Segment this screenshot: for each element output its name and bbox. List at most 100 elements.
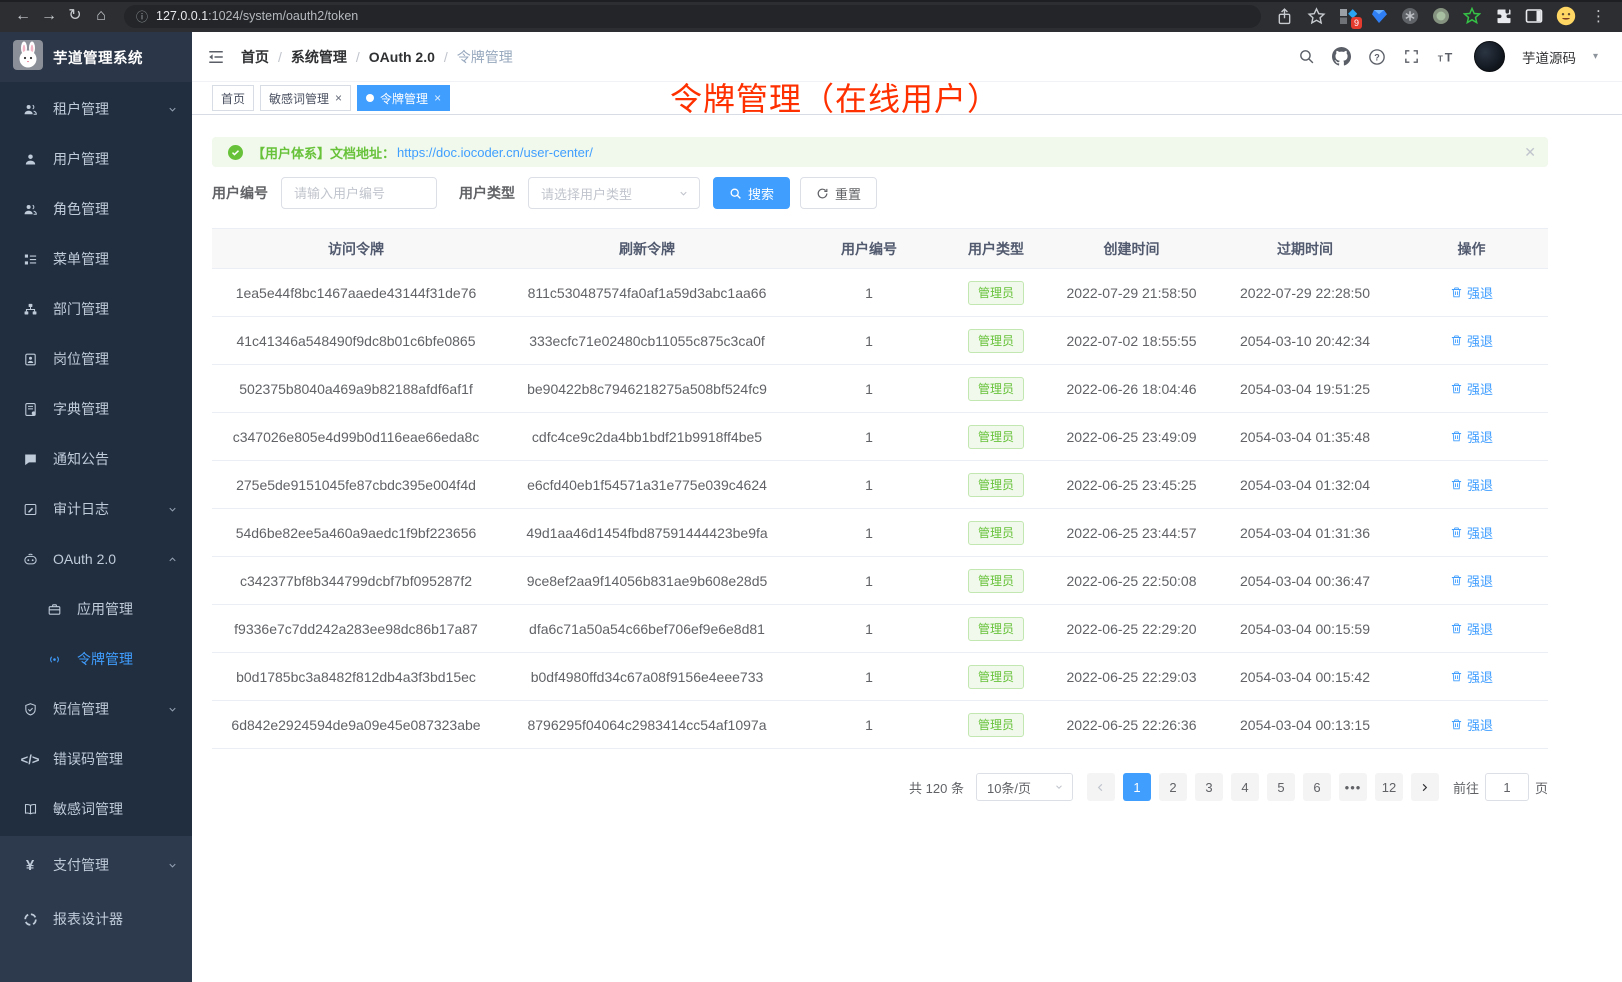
column-header: 过期时间 (1215, 239, 1395, 259)
alert-close-icon[interactable]: ✕ (1524, 144, 1536, 161)
browser-reload-icon[interactable]: ↻ (62, 1, 88, 31)
page-button[interactable]: 4 (1231, 773, 1259, 801)
sidebar-item-sms[interactable]: 短信管理 (0, 684, 192, 734)
sidebar-item-label: 角色管理 (53, 199, 109, 219)
sidebar-item-dict[interactable]: 字典管理 (0, 384, 192, 434)
report-designer-icon (22, 912, 38, 927)
puzzle-icon[interactable] (1494, 7, 1512, 25)
force-logout-button[interactable]: 强退 (1450, 379, 1493, 398)
tenant-users-icon (22, 102, 38, 117)
expire-time-cell: 2054-03-04 00:13:15 (1215, 717, 1395, 733)
table-row: c347026e805e4d99b0d116eae66eda8ccdfc4ce9… (212, 413, 1548, 461)
user-type-cell: 管理员 (944, 617, 1048, 641)
profile-emoji-icon[interactable] (1556, 6, 1576, 26)
dot-circle-icon[interactable] (1432, 7, 1450, 25)
sidebar-item-user[interactable]: 用户管理 (0, 134, 192, 184)
user-type-cell: 管理员 (944, 425, 1048, 449)
user-type-select[interactable]: 请选择用户类型 (528, 177, 700, 209)
sidebar-item-menu[interactable]: 菜单管理 (0, 234, 192, 284)
tab-close-icon[interactable]: × (335, 92, 342, 104)
refresh-token-cell: 49d1aa46d1454fbd87591444423be9fa (500, 525, 794, 541)
tab-close-icon[interactable]: × (434, 92, 441, 104)
doc-link[interactable]: https://doc.iocoder.cn/user-center/ (397, 145, 593, 160)
breadcrumb-item[interactable]: 系统管理 (291, 47, 347, 67)
force-logout-button[interactable]: 强退 (1450, 283, 1493, 302)
sidebar-fold-icon[interactable] (207, 48, 225, 66)
force-logout-button[interactable]: 强退 (1450, 475, 1493, 494)
force-logout-button[interactable]: 强退 (1450, 667, 1493, 686)
tab-oauth2-token[interactable]: 令牌管理× (357, 85, 450, 111)
page-button[interactable]: 2 (1159, 773, 1187, 801)
sidebar-item-pay[interactable]: ¥支付管理 (0, 838, 192, 892)
page-button[interactable]: 6 (1303, 773, 1331, 801)
browser-home-icon[interactable]: ⌂ (88, 1, 114, 31)
github-icon[interactable] (1332, 47, 1351, 66)
sidebar-item-post[interactable]: 岗位管理 (0, 334, 192, 384)
page-button[interactable]: 3 (1195, 773, 1223, 801)
side-panel-icon[interactable] (1525, 7, 1543, 25)
prev-page-button[interactable] (1087, 773, 1115, 801)
user-id-input[interactable] (281, 177, 437, 209)
sidebar-item-tenant[interactable]: 租户管理 (0, 84, 192, 134)
sidebar-item-notice[interactable]: 通知公告 (0, 434, 192, 484)
sidebar-item-label: 菜单管理 (53, 249, 109, 269)
page-size-select[interactable]: 10条/页 (976, 773, 1073, 801)
search-icon[interactable] (1298, 48, 1315, 65)
next-page-button[interactable] (1411, 773, 1439, 801)
sidebar-item-error-code[interactable]: </>错误码管理 (0, 734, 192, 784)
page-button[interactable]: 1 (1123, 773, 1151, 801)
browser-menu-icon[interactable]: ⋮ (1589, 7, 1608, 25)
sidebar-item-audit-log[interactable]: 审计日志 (0, 484, 192, 534)
sidebar-item-dept[interactable]: 部门管理 (0, 284, 192, 334)
force-logout-button[interactable]: 强退 (1450, 331, 1493, 350)
sidebar-item-role[interactable]: 角色管理 (0, 184, 192, 234)
user-type-label: 用户类型 (459, 183, 515, 203)
sidebar-item-sensitive-word[interactable]: 敏感词管理 (0, 784, 192, 834)
blocks-badge-icon[interactable]: 9 (1339, 7, 1357, 25)
user-id-cell: 1 (794, 717, 944, 733)
sidebar-item-oauth2-application[interactable]: 应用管理 (0, 584, 192, 634)
browser-back-icon[interactable]: ← (10, 1, 36, 31)
command-circle-icon[interactable] (1401, 7, 1419, 25)
tab-sensitive-word[interactable]: 敏感词管理× (260, 85, 351, 111)
app-logo-bar[interactable]: 芋道管理系统 (0, 32, 192, 82)
pager-more-button[interactable]: ••• (1339, 773, 1367, 801)
force-logout-button[interactable]: 强退 (1450, 523, 1493, 542)
fullscreen-icon[interactable] (1403, 48, 1420, 65)
force-logout-button[interactable]: 强退 (1450, 571, 1493, 590)
gem-icon[interactable] (1370, 7, 1388, 25)
sidebar-item-oauth2-token[interactable]: 令牌管理 (0, 634, 192, 684)
page-button[interactable]: 12 (1375, 773, 1403, 801)
help-icon[interactable]: ? (1368, 48, 1386, 66)
user-id-cell: 1 (794, 285, 944, 301)
bookmark-star-icon[interactable] (1307, 7, 1326, 26)
force-logout-button[interactable]: 强退 (1450, 427, 1493, 446)
sidebar-item-oauth2[interactable]: OAuth 2.0 (0, 534, 192, 584)
force-logout-button[interactable]: 强退 (1450, 715, 1493, 734)
sidebar-item-report-designer[interactable]: 报表设计器 (0, 892, 192, 946)
user-avatar[interactable] (1474, 41, 1505, 72)
page-button[interactable]: 5 (1267, 773, 1295, 801)
share-icon[interactable] (1275, 7, 1294, 26)
breadcrumb-item[interactable]: 首页 (241, 47, 269, 67)
reset-button[interactable]: 重置 (800, 177, 877, 209)
total-count: 共 120 条 (909, 778, 964, 797)
user-type-placeholder: 请选择用户类型 (541, 184, 632, 203)
tab-home[interactable]: 首页 (212, 85, 254, 111)
sidebar-item-label: 报表设计器 (53, 909, 123, 929)
user-id-cell: 1 (794, 669, 944, 685)
green-star-icon[interactable] (1463, 7, 1481, 25)
expire-time-cell: 2054-03-04 01:35:48 (1215, 429, 1395, 445)
sidebar-item-label: 租户管理 (53, 99, 109, 119)
action-cell: 强退 (1395, 283, 1548, 302)
address-bar[interactable]: ⓘ 127.0.0.1:1024/system/oauth2/token (124, 5, 1261, 28)
user-menu-caret-icon[interactable]: ▾ (1593, 51, 1598, 62)
goto-page-input[interactable] (1485, 773, 1529, 801)
font-size-icon[interactable]: TT (1437, 48, 1457, 66)
username[interactable]: 芋道源码 (1522, 47, 1576, 67)
search-button[interactable]: 搜索 (713, 177, 790, 209)
browser-forward-icon[interactable]: → (36, 1, 62, 31)
force-logout-button[interactable]: 强退 (1450, 619, 1493, 638)
breadcrumb-item[interactable]: OAuth 2.0 (369, 49, 435, 65)
site-info-icon[interactable]: ⓘ (136, 8, 148, 25)
